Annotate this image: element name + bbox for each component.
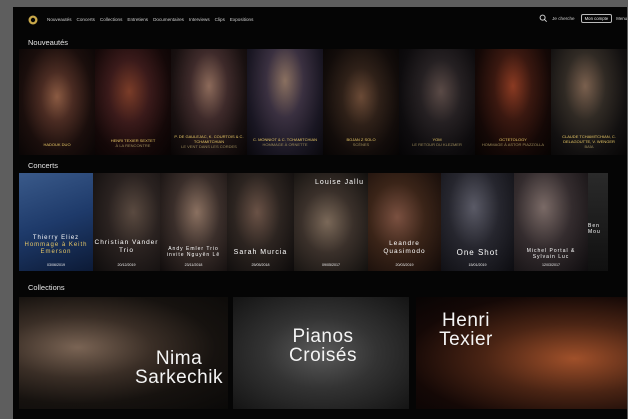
card-date: 03/06/2019 — [47, 263, 65, 267]
app-screen: Nouveautés Concerts Collections Entretie… — [13, 7, 627, 419]
new-card-3[interactable]: P. de Gaulejac, K. Courtois & C. Tchamit… — [171, 49, 247, 155]
card-title: Andy Emler Trio invite Nguyên Lê — [166, 246, 221, 258]
card-date: 15/01/2019 — [468, 263, 487, 267]
collection-card-3[interactable]: Henri Texier — [416, 297, 627, 409]
card-title: Louise Jallu — [315, 179, 364, 186]
new-card-1[interactable]: Hadouk Duo — [19, 49, 95, 155]
card-title: Michel Portal & Sylvain Luc — [526, 248, 576, 260]
card-title: Henri Texier Sextet À la rencontre — [110, 138, 156, 148]
collection-card-1[interactable]: Nima Sarkechik — [19, 297, 228, 409]
card-title: Octetology Hommage à Astor Piazzolla — [481, 137, 545, 147]
section-title-nouveautes: Nouveautés — [28, 38, 69, 47]
nouveautes-row: Hadouk Duo Henri Texier Sextet À la renco… — [19, 49, 627, 155]
collection-title: Pianos Croisés — [289, 326, 357, 366]
search-icon[interactable] — [539, 14, 548, 23]
new-card-7[interactable]: Octetology Hommage à Astor Piazzolla — [475, 49, 551, 155]
nav-item-nouveautes[interactable]: Nouveautés — [47, 17, 72, 22]
card-title: Bojan Z Solo Scènes — [346, 137, 376, 147]
nav-item-entretiens[interactable]: Entretiens — [127, 17, 148, 22]
card-date: 20/12/2019 — [117, 263, 136, 267]
nav-item-clips[interactable]: Clips — [215, 17, 225, 22]
top-bar: Nouveautés Concerts Collections Entretie… — [13, 7, 627, 33]
concert-card-9[interactable]: Ben Mou — [588, 173, 608, 271]
concert-card-1[interactable]: Thierry Eliez Hommage à Keith Emerson 03/… — [19, 173, 93, 271]
new-card-2[interactable]: Henri Texier Sextet À la rencontre — [95, 49, 171, 155]
main-nav: Nouveautés Concerts Collections Entretie… — [47, 17, 253, 22]
section-title-concerts: Concerts — [28, 161, 59, 170]
nav-item-expositions[interactable]: Expositions — [230, 17, 254, 22]
card-title: Ben Mou — [588, 223, 601, 235]
menu-button[interactable]: Menu — [616, 16, 627, 21]
card-title: Sarah Murcia — [233, 249, 288, 256]
card-title: C. Monniot & C. Tchamitchian Hommage à Or… — [252, 137, 318, 147]
nav-item-interviews[interactable]: Interviews — [189, 17, 210, 22]
concert-card-8[interactable]: Michel Portal & Sylvain Luc 12/03/2017 — [514, 173, 588, 271]
card-title: Leandre Quasimodo — [383, 240, 426, 255]
new-card-8[interactable]: Claude Tchamitchian, C. Delagoutte, V. W… — [551, 49, 627, 155]
new-card-6[interactable]: Yom Le retour du Klezmer — [399, 49, 475, 155]
concerts-row: Thierry Eliez Hommage à Keith Emerson 03/… — [19, 173, 608, 271]
account-button[interactable]: Mon compte — [580, 14, 613, 23]
concert-card-5[interactable]: Louise Jallu 09/05/2017 — [294, 173, 368, 271]
concert-card-3[interactable]: Andy Emler Trio invite Nguyên Lê 23/11/2… — [160, 173, 227, 271]
concert-card-6[interactable]: Leandre Quasimodo 20/03/2019 — [368, 173, 441, 271]
card-date: 25/05/2018 — [251, 263, 270, 267]
card-title: Hadouk Duo — [43, 142, 71, 147]
card-title: One Shot — [456, 248, 499, 257]
concert-card-4[interactable]: Sarah Murcia 25/05/2018 — [227, 173, 294, 271]
nav-item-documentaires[interactable]: Documentaires — [153, 17, 184, 22]
card-title: Christian Vander Trio — [94, 239, 159, 254]
concert-card-2[interactable]: Christian Vander Trio 20/12/2019 — [93, 173, 160, 271]
new-card-5[interactable]: Bojan Z Solo Scènes — [323, 49, 399, 155]
card-title: Thierry Eliez Hommage à Keith Emerson — [24, 235, 88, 255]
card-title: Claude Tchamitchian, C. Delagoutte, V. W… — [562, 134, 616, 149]
collection-title: Henri Texier — [439, 310, 493, 350]
search-label[interactable]: Je cherche — [552, 16, 574, 21]
collection-card-2[interactable]: Pianos Croisés — [233, 297, 409, 409]
card-date: 09/05/2017 — [322, 263, 340, 267]
card-title: Yom Le retour du Klezmer — [412, 137, 462, 147]
nav-item-concerts[interactable]: Concerts — [77, 17, 95, 22]
card-title: P. de Gaulejac, K. Courtois & C. Tchamit… — [174, 134, 244, 149]
header-actions: Je cherche Mon compte Menu — [539, 14, 627, 23]
nav-item-collections[interactable]: Collections — [100, 17, 122, 22]
logo-icon[interactable] — [28, 15, 38, 25]
section-title-collections: Collections — [28, 283, 65, 292]
card-date: 20/03/2019 — [395, 263, 414, 267]
concert-card-7[interactable]: One Shot 15/01/2019 — [441, 173, 514, 271]
collection-title: Nima Sarkechik — [135, 348, 223, 388]
card-date: 12/03/2017 — [542, 263, 560, 267]
new-card-4[interactable]: C. Monniot & C. Tchamitchian Hommage à Or… — [247, 49, 323, 155]
card-date: 23/11/2018 — [184, 263, 203, 267]
